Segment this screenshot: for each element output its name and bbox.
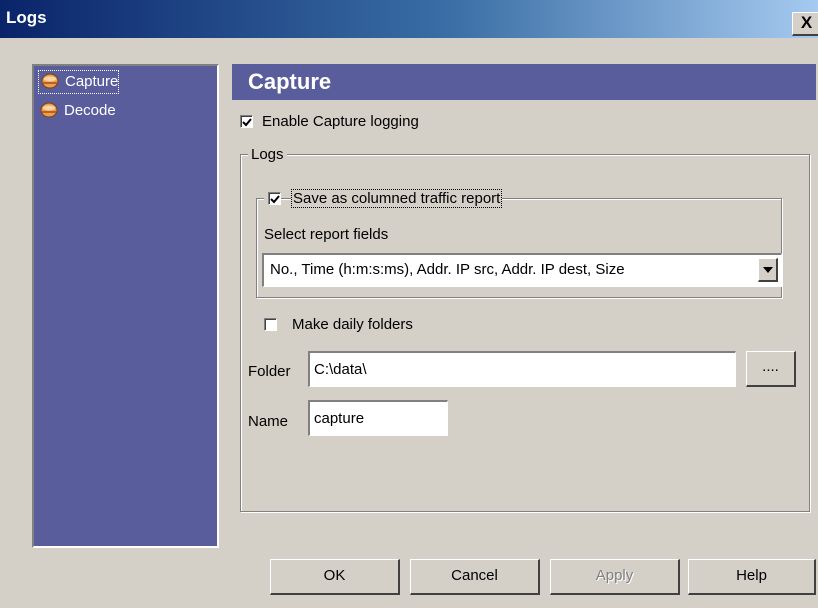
columned-report-label: Save as columned traffic report [291,189,503,208]
report-fields-value: No., Time (h:m:s:ms), Addr. IP src, Addr… [270,261,625,278]
ok-button[interactable]: OK [270,559,400,595]
sidebar-item-capture[interactable]: Capture [38,70,120,94]
chevron-down-icon [763,267,773,273]
logs-group-label: Logs [248,146,287,164]
report-fields-select[interactable]: No., Time (h:m:s:ms), Addr. IP src, Addr… [262,253,782,287]
sidebar-item-decode[interactable]: Decode [38,100,116,122]
check-icon [270,195,280,204]
category-sidebar: Capture Decode [32,64,219,548]
enable-logging-label: Enable Capture logging [262,113,419,130]
capture-icon [41,73,59,89]
apply-button[interactable]: Apply [550,559,680,595]
daily-folders-checkbox[interactable] [264,318,277,331]
close-icon: X [800,13,813,32]
sidebar-item-label: Capture [65,73,119,90]
browse-button[interactable]: .... [746,351,796,387]
title-bar[interactable]: Logs X [0,0,818,38]
window-title: Logs [6,8,47,27]
help-button[interactable]: Help [688,559,816,595]
close-button[interactable]: X [792,12,818,36]
decode-icon [40,102,58,118]
folder-input[interactable] [308,351,736,387]
check-icon [242,118,252,127]
page-title: Capture [232,64,816,100]
name-input[interactable] [308,400,448,436]
daily-folders-label: Make daily folders [292,316,413,333]
report-fields-label: Select report fields [264,226,389,243]
columned-report-checkbox[interactable] [268,192,281,205]
name-label: Name [248,413,289,430]
sidebar-item-label: Decode [64,102,116,119]
enable-logging-checkbox[interactable] [240,115,253,128]
folder-label: Folder [248,363,291,380]
cancel-button[interactable]: Cancel [410,559,540,595]
dropdown-button[interactable] [758,258,778,282]
